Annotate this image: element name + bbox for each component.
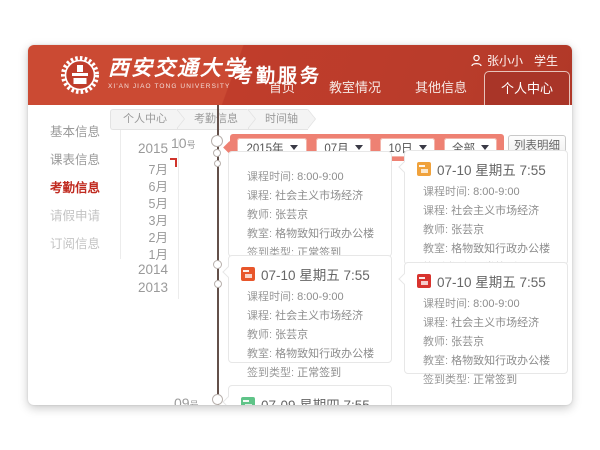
rail-month-jan[interactable]: 1月 — [116, 244, 168, 263]
timeline-node[interactable] — [214, 280, 222, 288]
card-pointer — [222, 266, 233, 277]
status-stamp-icon — [417, 274, 431, 288]
nav-tab-personal-center-active[interactable]: 个人中心 — [484, 71, 570, 105]
card-field-time: 课程时间: 8:00-9:00 — [417, 183, 557, 202]
current-month-marker — [170, 158, 177, 167]
rail-year-2015[interactable]: 2015 — [116, 141, 168, 156]
card-field-teacher: 教师: 张芸京 — [417, 221, 557, 240]
timeline-node[interactable] — [214, 160, 221, 167]
app-header: 西安交通大学 XI'AN JIAO TONG UNIVERSITY 考勤服务 张… — [28, 45, 572, 105]
card-field-room: 教室: 格物致知行政办公楼 — [241, 345, 381, 364]
card-field-teacher: 教师: 张芸京 — [241, 206, 381, 225]
attendance-card[interactable]: 07-10 星期五 7:55 课程时间: 8:00-9:00 课程: 社会主义市… — [404, 150, 568, 265]
card-field-teacher: 教师: 张芸京 — [241, 326, 381, 345]
timeline-node[interactable] — [212, 394, 223, 405]
card-field-type: 签到类型: 正常签到 — [241, 364, 381, 383]
nav-tab-classrooms[interactable]: 教室情况 — [312, 71, 398, 105]
university-logo-icon — [60, 55, 100, 95]
card-pointer — [398, 273, 409, 284]
status-stamp-icon — [417, 162, 431, 176]
university-name-cn: 西安交通大学 — [108, 56, 246, 80]
user-info[interactable]: 张小小 学生 — [471, 52, 558, 69]
card-field-type: 签到类型: 正常签到 — [417, 371, 557, 390]
chevron-down-icon — [290, 145, 298, 150]
card-pointer — [398, 161, 409, 172]
sidebar-item-attendance-info[interactable]: 考勤信息 — [50, 177, 120, 196]
user-name: 张小小 — [487, 52, 523, 69]
breadcrumb-attendance-info[interactable]: 考勤信息 — [177, 109, 248, 130]
nav-tab-home[interactable]: 首页 — [252, 71, 312, 105]
card-field-course: 课程: 社会主义市场经济 — [417, 314, 557, 333]
breadcrumb: 个人中心 考勤信息 时间轴 — [110, 109, 308, 130]
card-date: 07-10 星期五 7:55 — [437, 271, 546, 291]
sidebar-item-leave-request[interactable]: 请假申请 — [50, 205, 120, 224]
card-field-course: 课程: 社会主义市场经济 — [241, 307, 381, 326]
nav-tab-other-info[interactable]: 其他信息 — [398, 71, 484, 105]
university-name: 西安交通大学 XI'AN JIAO TONG UNIVERSITY — [108, 56, 246, 90]
attendance-card[interactable]: 07-09 星期四 7:55 — [228, 385, 392, 405]
card-field-teacher: 教师: 张芸京 — [417, 333, 557, 352]
card-field-time: 课程时间: 8:00-9:00 — [241, 288, 381, 307]
chevron-down-icon — [355, 145, 363, 150]
rail-year-2014[interactable]: 2014 — [116, 262, 168, 277]
card-field-course: 课程: 社会主义市场经济 — [417, 202, 557, 221]
rail-year-2013[interactable]: 2013 — [116, 280, 168, 295]
user-role: 学生 — [534, 52, 558, 69]
card-date: 07-09 星期四 7:55 — [261, 394, 370, 405]
card-field-room: 教室: 格物致知行政办公楼 — [417, 240, 557, 259]
app-window: 西安交通大学 XI'AN JIAO TONG UNIVERSITY 考勤服务 张… — [28, 45, 572, 405]
status-stamp-icon — [241, 397, 255, 405]
day-marker-09: 09号 — [174, 395, 199, 405]
main-nav: 首页 教室情况 其他信息 个人中心 — [252, 77, 570, 105]
card-field-time: 课程时间: 8:00-9:00 — [417, 295, 557, 314]
rail-divider — [178, 139, 179, 299]
attendance-card[interactable]: 07-10 星期五 7:55 课程时间: 8:00-9:00 课程: 社会主义市… — [228, 255, 392, 363]
card-field-course: 课程: 社会主义市场经济 — [241, 187, 381, 206]
timeline-node[interactable] — [213, 149, 221, 157]
user-icon — [471, 55, 482, 67]
card-field-room: 教室: 格物致知行政办公楼 — [241, 225, 381, 244]
breadcrumb-personal-center[interactable]: 个人中心 — [110, 109, 177, 130]
sidebar-item-subscription-info[interactable]: 订阅信息 — [50, 233, 120, 252]
card-date: 07-10 星期五 7:55 — [437, 159, 546, 179]
attendance-card[interactable]: 07-10 星期五 7:55 课程时间: 8:00-9:00 课程: 社会主义市… — [404, 262, 568, 374]
card-field-room: 教室: 格物致知行政办公楼 — [417, 352, 557, 371]
attendance-card[interactable]: 课程时间: 8:00-9:00 课程: 社会主义市场经济 教师: 张芸京 教室:… — [228, 151, 392, 257]
university-name-en: XI'AN JIAO TONG UNIVERSITY — [108, 83, 246, 90]
card-date: 07-10 星期五 7:55 — [261, 264, 370, 284]
card-field-time: 课程时间: 8:00-9:00 — [241, 168, 381, 187]
day-marker-10: 10号 — [171, 135, 196, 151]
breadcrumb-timeline[interactable]: 时间轴 — [248, 109, 308, 130]
timeline-node[interactable] — [211, 135, 223, 147]
timeline-node[interactable] — [213, 260, 222, 269]
status-stamp-icon — [241, 267, 255, 281]
sidebar-item-schedule-info[interactable]: 课表信息 — [50, 149, 120, 168]
card-pointer — [222, 396, 233, 405]
